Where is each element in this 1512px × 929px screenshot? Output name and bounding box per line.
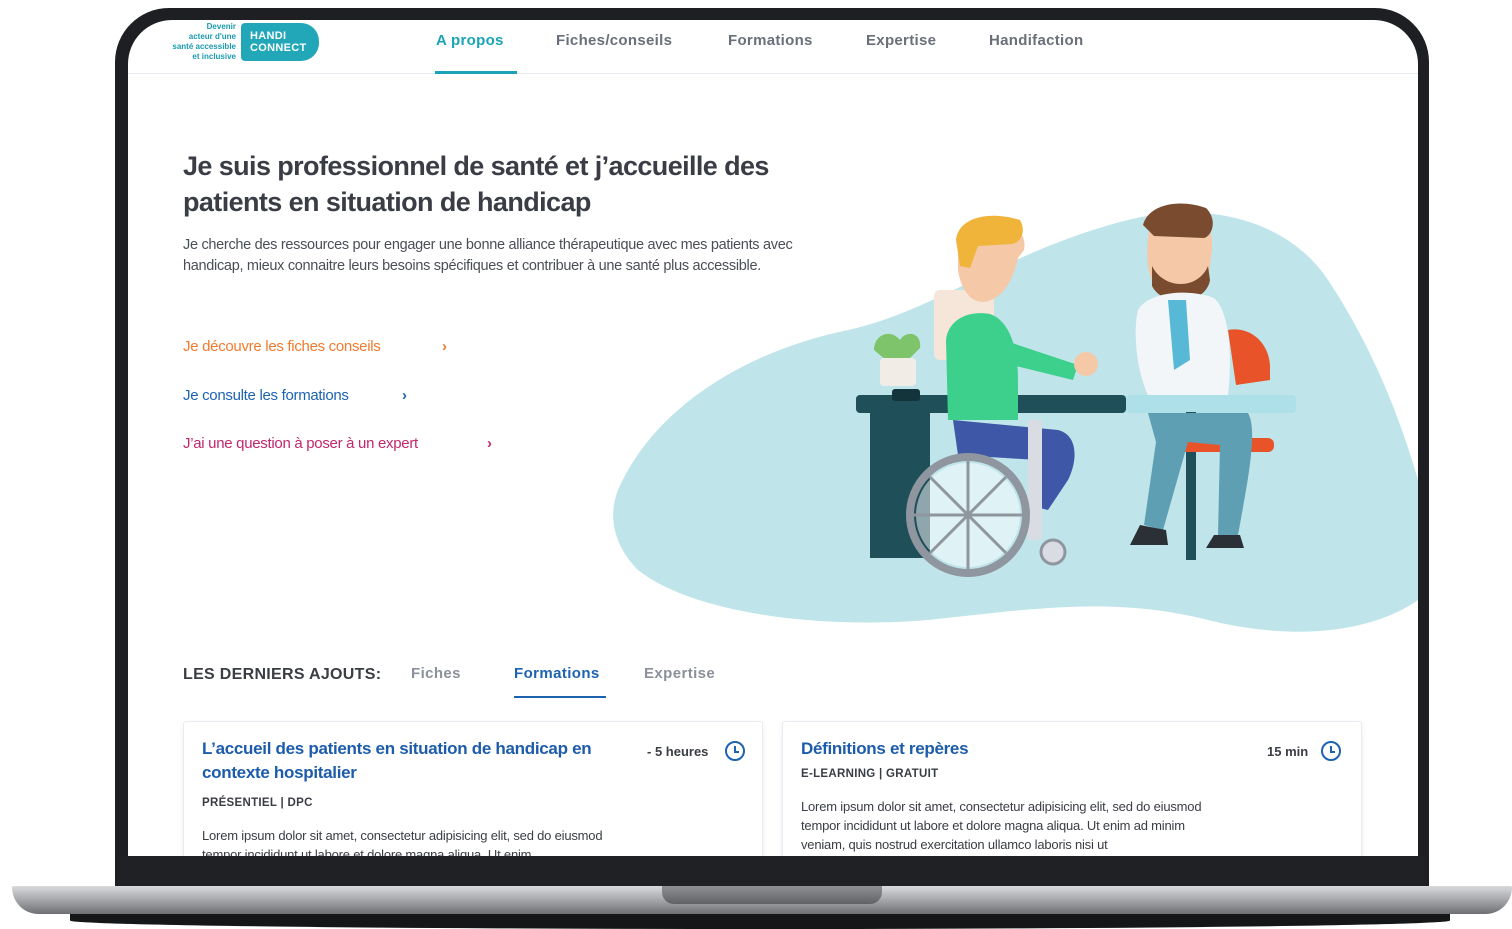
laptop-notch (662, 886, 882, 904)
logo[interactable]: HANDI CONNECT (241, 23, 319, 61)
logo-text-handi: HANDI (250, 30, 287, 42)
card-meta: E-LEARNING | GRATUIT (801, 768, 939, 780)
cta-label: Je découvre les fiches conseils (183, 338, 381, 355)
chevron-right-icon: › (402, 387, 407, 404)
card-body: Lorem ipsum dolor sit amet, consectetur … (801, 799, 1202, 852)
logo-tagline-line: acteur d'une (188, 32, 236, 41)
tab-formations[interactable]: Formations (514, 665, 600, 682)
wheelchair-frame (1028, 420, 1042, 540)
tab-expertise[interactable]: Expertise (644, 665, 715, 682)
nav-item-a-propos[interactable]: A propos (436, 32, 504, 49)
card-meta: PRÉSENTIEL | DPC (202, 797, 313, 809)
wheelchair-small-wheel (1039, 538, 1067, 566)
logo-text-connect: CONNECT (250, 42, 307, 54)
patient-shirt (946, 313, 1018, 420)
desk-top-right (1126, 395, 1296, 413)
hero-illustration (613, 203, 1418, 632)
logo-tagline-line: Devenir (206, 22, 236, 31)
logo-tagline[interactable]: Devenir acteur d'une santé accessible et… (150, 22, 236, 62)
nav-item-expertise[interactable]: Expertise (866, 32, 936, 49)
browser-screen: Devenir acteur d'une santé accessible et… (128, 20, 1418, 856)
laptop-base-shadow (70, 912, 1450, 929)
cta-label: J’ai une question à poser à un expert (183, 435, 418, 452)
nav-item-handifaction[interactable]: Handifaction (989, 32, 1083, 49)
plant-pot (880, 358, 916, 386)
chevron-right-icon: › (442, 338, 447, 355)
doctor-hair (1143, 203, 1213, 238)
formation-card[interactable]: Définitions et repères 15 min E-LEARNING… (782, 721, 1362, 856)
background-blob (613, 212, 1418, 632)
clock-icon (725, 741, 745, 761)
card-body: Lorem ipsum dolor sit amet, consectetur … (202, 828, 603, 856)
cta-label: Je consulte les formations (183, 387, 349, 404)
tab-fiches[interactable]: Fiches (411, 665, 461, 682)
cta-question-expert[interactable]: J’ai une question à poser à un expert › (183, 435, 492, 452)
latest-tab-indicator (514, 696, 606, 698)
site-header: Devenir acteur d'une santé accessible et… (128, 20, 1418, 74)
nav-active-indicator (435, 71, 517, 74)
nav-item-formations[interactable]: Formations (728, 32, 813, 49)
logo-tagline-line: santé accessible (172, 42, 236, 51)
latest-section-label: LES DERNIERS AJOUTS: (183, 666, 382, 683)
laptop-bezel (118, 856, 1426, 886)
patient-hand (1074, 352, 1098, 376)
desk-item (892, 389, 920, 401)
logo-tagline-line: et inclusive (192, 52, 236, 61)
card-title[interactable]: L’accueil des patients en situation de h… (202, 737, 632, 785)
card-duration: 15 min (1267, 744, 1309, 759)
card-title[interactable]: Définitions et repères (801, 737, 1231, 761)
chevron-right-icon: › (487, 435, 492, 452)
nav-item-fiches-conseils[interactable]: Fiches/conseils (556, 32, 672, 49)
clock-icon (1321, 741, 1341, 761)
card-duration: - 5 heures (647, 744, 709, 759)
cta-formations[interactable]: Je consulte les formations › (183, 387, 407, 404)
cta-fiches-conseils[interactable]: Je découvre les fiches conseils › (183, 338, 447, 355)
formation-card[interactable]: L’accueil des patients en situation de h… (183, 721, 763, 856)
